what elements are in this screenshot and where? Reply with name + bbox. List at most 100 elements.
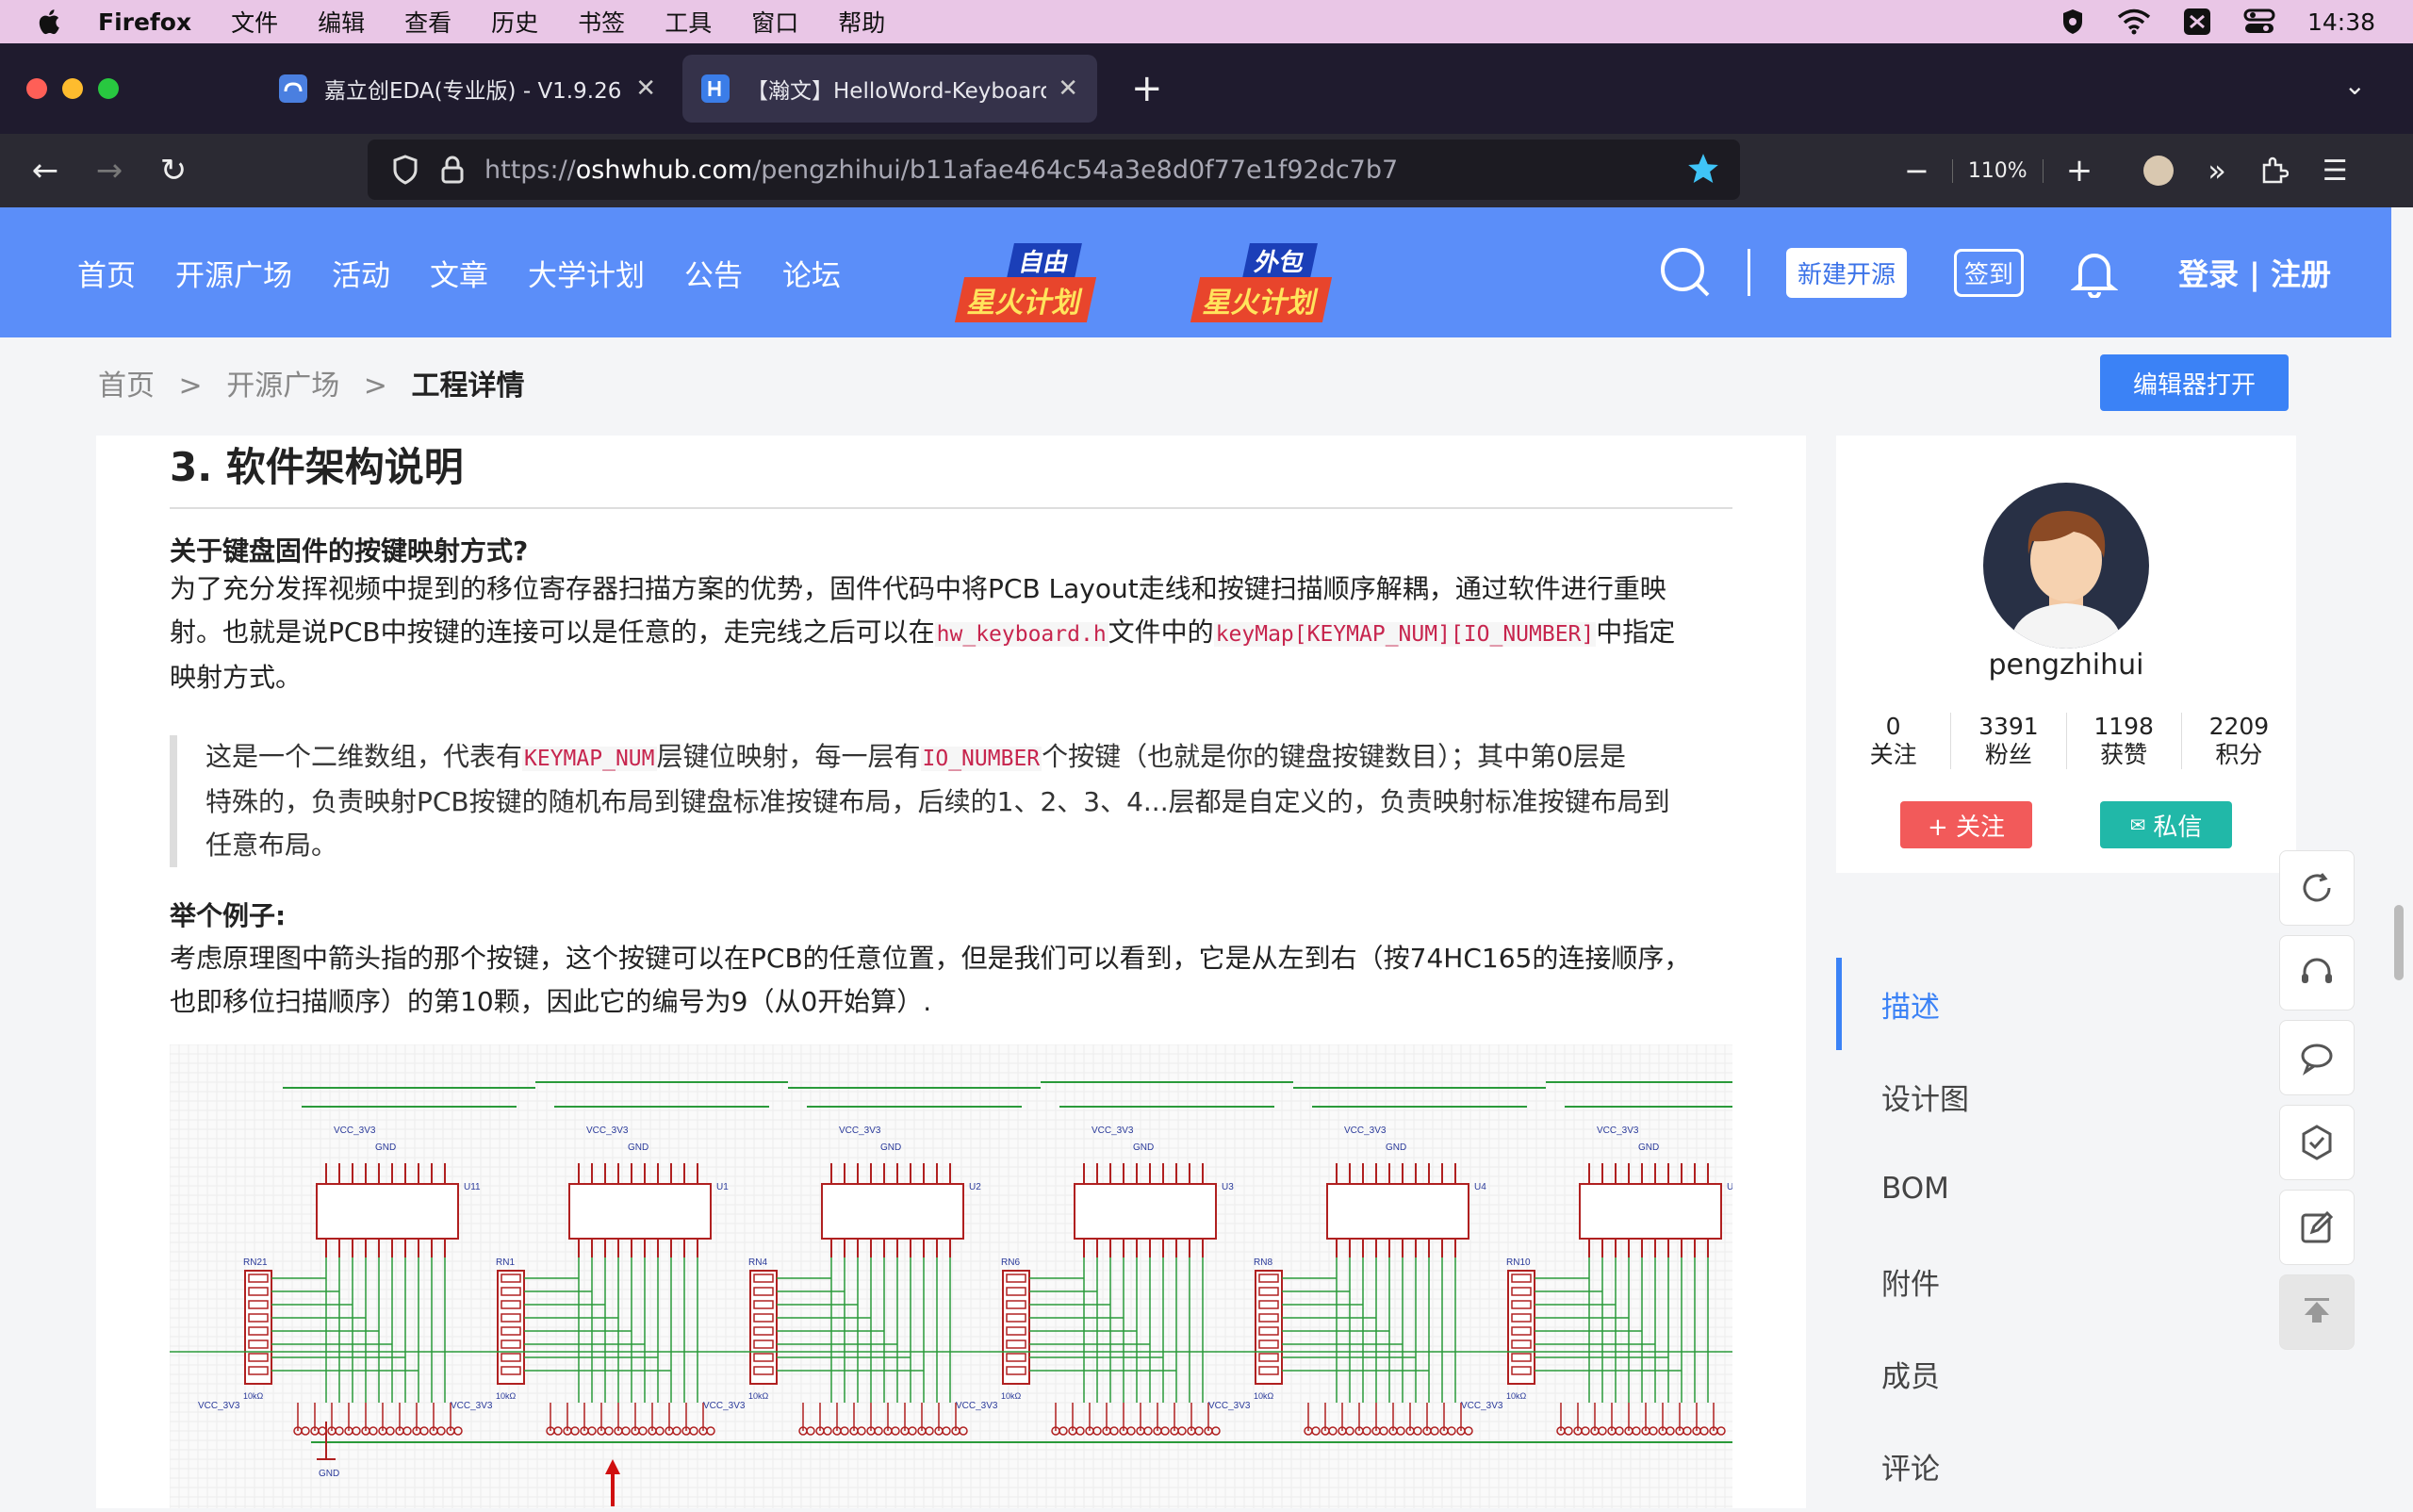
- breadcrumb-home[interactable]: 首页: [98, 370, 155, 403]
- spark-plan-free-badge[interactable]: 自由 星火计划: [954, 238, 1107, 322]
- menu-window[interactable]: 窗口: [751, 5, 798, 39]
- search-icon[interactable]: [1659, 246, 1712, 299]
- nav-open-source-square[interactable]: 开源广场: [175, 252, 292, 294]
- message-button[interactable]: ✉ 私信: [2100, 801, 2232, 848]
- wifi-icon[interactable]: [2117, 8, 2151, 35]
- section-heading: 3. 软件架构说明: [170, 444, 464, 490]
- edit-tool-button[interactable]: [2279, 1190, 2355, 1265]
- avatar[interactable]: [1983, 483, 2149, 649]
- gnd-label: GND: [319, 1469, 339, 1479]
- account-avatar-icon[interactable]: [2143, 156, 2175, 186]
- text: 个按键（也就是你的键盘按键数目）；其中第0层是: [1042, 741, 1626, 772]
- section-tab-design[interactable]: 设计图: [1836, 1050, 2251, 1142]
- menu-help[interactable]: 帮助: [838, 5, 885, 39]
- vcc-label: VCC_3V3: [703, 1401, 746, 1411]
- menu-history[interactable]: 历史: [491, 5, 538, 39]
- section-tab-comments[interactable]: 评论: [1836, 1420, 2251, 1512]
- zoom-in-icon[interactable]: +: [2066, 152, 2093, 189]
- breadcrumb-current: 工程详情: [411, 370, 525, 403]
- example-title: 举个例子:: [170, 900, 287, 931]
- list-all-tabs-chevron-icon[interactable]: ⌄: [2344, 70, 2366, 101]
- stat-label: 获赞: [2100, 741, 2148, 768]
- nav-announcements[interactable]: 公告: [684, 252, 743, 294]
- app-menu-firefox[interactable]: Firefox: [98, 8, 191, 36]
- section-tab-members[interactable]: 成员: [1836, 1327, 2251, 1420]
- nav-articles[interactable]: 文章: [430, 252, 488, 294]
- follow-button[interactable]: + 关注: [1900, 801, 2032, 848]
- menu-tools[interactable]: 工具: [665, 5, 712, 39]
- menu-bookmarks[interactable]: 书签: [578, 5, 625, 39]
- menu-view[interactable]: 查看: [404, 5, 451, 39]
- extensions-puzzle-icon[interactable]: [2260, 156, 2289, 186]
- close-window-button[interactable]: [26, 78, 47, 99]
- message-label: 私信: [2153, 813, 2203, 842]
- sign-in-button[interactable]: 签到: [1954, 248, 2025, 297]
- forward-arrow-icon[interactable]: →: [90, 152, 128, 189]
- breadcrumb-separator: >: [363, 370, 387, 403]
- keymap-paragraph: 为了充分发挥视频中提到的移位寄存器扫描方案的优势，固件代码中将PCB Layou…: [170, 567, 1753, 699]
- back-to-top-button[interactable]: [2279, 1274, 2355, 1350]
- username[interactable]: pengzhihui: [1836, 649, 2296, 682]
- oshwhub-favicon-icon: [701, 74, 730, 103]
- new-open-source-button[interactable]: 新建开源: [1786, 247, 1908, 298]
- zoom-level[interactable]: 110%: [1951, 158, 2044, 183]
- vcc-label: VCC_3V3: [956, 1401, 998, 1411]
- refresh-tool-button[interactable]: [2279, 850, 2355, 926]
- tab-jlceda[interactable]: 嘉立创EDA(专业版) - V1.9.26 ✕: [260, 55, 675, 123]
- tracking-shield-icon[interactable]: [392, 155, 419, 185]
- lock-icon[interactable]: [441, 156, 464, 184]
- tab-helloword-keyboard[interactable]: 【瀚文】HelloWord-Keyboard - 立 ✕: [682, 55, 1097, 123]
- rn-label: RN1: [496, 1257, 515, 1268]
- url-bar[interactable]: https://oshwhub.com/pengzhihui/b11afae46…: [368, 140, 1740, 200]
- support-tool-button[interactable]: [2279, 935, 2355, 1011]
- nav-home[interactable]: 首页: [77, 252, 136, 294]
- menu-edit[interactable]: 编辑: [318, 5, 365, 39]
- badge-bottom-label: 星火计划: [1190, 277, 1333, 322]
- shield-status-icon[interactable]: [2060, 8, 2085, 36]
- section-tab-bom[interactable]: BOM: [1836, 1142, 2251, 1235]
- nav-university[interactable]: 大学计划: [528, 252, 645, 294]
- quote-line: 特殊的，负责映射PCB按键的随机布局到键盘标准按键布局，后续的1、2、3、4..…: [205, 786, 1670, 817]
- bookmark-star-icon[interactable]: [1685, 151, 1721, 187]
- toolbar-right: − 110% + » ☰: [1904, 134, 2348, 207]
- login-register-link[interactable]: 登录 | 注册: [2178, 251, 2331, 294]
- apple-icon[interactable]: [38, 8, 64, 36]
- close-tab-icon[interactable]: ✕: [635, 74, 656, 103]
- close-tab-icon[interactable]: ✕: [1058, 74, 1078, 103]
- nav-activities[interactable]: 活动: [332, 252, 390, 294]
- page-scrollbar[interactable]: [2394, 905, 2404, 980]
- menu-file[interactable]: 文件: [231, 5, 278, 39]
- section-tab-attachments[interactable]: 附件: [1836, 1235, 2251, 1327]
- verify-tool-button[interactable]: [2279, 1105, 2355, 1180]
- minimize-window-button[interactable]: [62, 78, 83, 99]
- app-menu-hamburger-icon[interactable]: ☰: [2323, 155, 2348, 188]
- breadcrumb-open-source-square[interactable]: 开源广场: [226, 370, 339, 403]
- section-tab-description[interactable]: 描述: [1836, 958, 2251, 1050]
- nav-forum[interactable]: 论坛: [782, 252, 841, 294]
- inline-code: IO_NUMBER: [920, 747, 1042, 771]
- author-card: pengzhihui 0 关注 3391 粉丝 1198 获赞 2209 积分 + 关注…: [1836, 436, 2296, 873]
- more-tools-chevron-icon[interactable]: »: [2208, 153, 2226, 189]
- chat-tool-button[interactable]: [2279, 1020, 2355, 1095]
- zoom-out-icon[interactable]: −: [1904, 153, 1929, 189]
- user-avatar-icon: [2010, 511, 2123, 649]
- reload-icon[interactable]: ↻: [155, 152, 192, 189]
- stat-followers[interactable]: 3391 粉丝: [1950, 713, 2065, 769]
- bell-icon[interactable]: [2071, 247, 2119, 298]
- zoom-window-button[interactable]: [98, 78, 119, 99]
- new-tab-icon[interactable]: +: [1131, 67, 1163, 110]
- back-arrow-icon[interactable]: ←: [26, 152, 64, 189]
- stat-number: 2209: [2208, 713, 2270, 740]
- paragraph-line: 考虑原理图中箭头指的那个按键，这个按键可以在PCB的任意位置，但是我们可以看到，…: [170, 943, 1691, 974]
- vcc-label: VCC_3V3: [839, 1126, 881, 1136]
- open-in-editor-button[interactable]: 编辑器打开: [2100, 354, 2289, 411]
- spark-plan-outsource-badge[interactable]: 外包 星火计划: [1190, 238, 1342, 322]
- menubar-clock: 14:38: [2306, 8, 2375, 36]
- inline-code: hw_keyboard.h: [934, 622, 1108, 647]
- ic-chip: [568, 1183, 712, 1240]
- res-label: 10kΩ: [1001, 1391, 1022, 1401]
- control-center-icon[interactable]: [2243, 8, 2275, 36]
- input-method-icon[interactable]: [2183, 8, 2211, 36]
- stat-following[interactable]: 0 关注: [1836, 713, 1950, 769]
- blockquote: 这是一个二维数组，代表有KEYMAP_NUM层键位映射，每一层有IO_NUMBE…: [170, 735, 1734, 867]
